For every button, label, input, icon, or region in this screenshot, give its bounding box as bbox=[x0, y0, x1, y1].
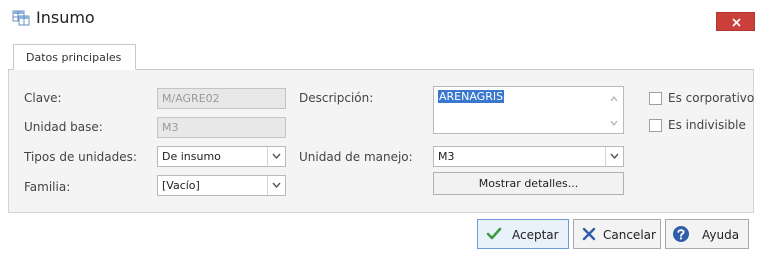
chevron-down-icon[interactable] bbox=[605, 147, 623, 166]
es-indivisible-label: Es indivisible bbox=[668, 118, 746, 132]
close-icon bbox=[732, 18, 741, 27]
cancelar-label: Cancelar bbox=[603, 228, 656, 242]
chevron-down-icon[interactable] bbox=[267, 147, 285, 166]
unidad-base-label: Unidad base: bbox=[24, 120, 103, 134]
close-button[interactable] bbox=[716, 12, 755, 31]
title-bar: Insumo bbox=[0, 0, 759, 36]
es-indivisible-checkbox[interactable] bbox=[649, 119, 662, 132]
table-icon bbox=[12, 10, 30, 26]
tipos-unidades-value: De insumo bbox=[162, 150, 221, 163]
aceptar-label: Aceptar bbox=[512, 228, 559, 242]
clave-label: Clave: bbox=[24, 91, 62, 105]
unidad-manejo-select[interactable]: M3 bbox=[433, 146, 624, 167]
tab-panel bbox=[8, 70, 754, 212]
mostrar-detalles-button[interactable]: Mostrar detalles... bbox=[433, 172, 624, 195]
clave-field: M/AGRE02 bbox=[157, 88, 286, 109]
scroll-down-icon[interactable] bbox=[608, 117, 620, 127]
ayuda-button[interactable]: Ayuda bbox=[665, 219, 749, 249]
ayuda-label: Ayuda bbox=[702, 228, 740, 242]
x-icon bbox=[582, 227, 596, 241]
tipos-unidades-label: Tipos de unidades: bbox=[24, 150, 137, 164]
cancelar-button[interactable]: Cancelar bbox=[573, 219, 661, 249]
aceptar-button[interactable]: Aceptar bbox=[477, 219, 569, 249]
familia-select[interactable]: [Vacío] bbox=[157, 175, 286, 196]
unidad-manejo-value: M3 bbox=[438, 150, 455, 163]
familia-label: Familia: bbox=[24, 180, 71, 194]
familia-value: [Vacío] bbox=[162, 179, 200, 192]
descripcion-value: ARENAGRIS bbox=[438, 90, 505, 103]
descripcion-label: Descripción: bbox=[299, 91, 374, 105]
descripcion-textarea[interactable]: ARENAGRIS bbox=[433, 86, 624, 134]
help-icon bbox=[673, 226, 689, 242]
es-corporativo-label: Es corporativo bbox=[668, 91, 755, 105]
footer-divider bbox=[8, 212, 754, 213]
check-icon bbox=[486, 227, 502, 240]
chevron-down-icon[interactable] bbox=[267, 176, 285, 195]
unidad-manejo-label: Unidad de manejo: bbox=[299, 150, 413, 164]
unidad-base-field: M3 bbox=[157, 117, 286, 138]
window-title: Insumo bbox=[36, 8, 95, 27]
tipos-unidades-select[interactable]: De insumo bbox=[157, 146, 286, 167]
scroll-up-icon[interactable] bbox=[608, 93, 620, 103]
es-corporativo-checkbox[interactable] bbox=[649, 92, 662, 105]
tab-datos-principales[interactable]: Datos principales bbox=[13, 44, 136, 70]
